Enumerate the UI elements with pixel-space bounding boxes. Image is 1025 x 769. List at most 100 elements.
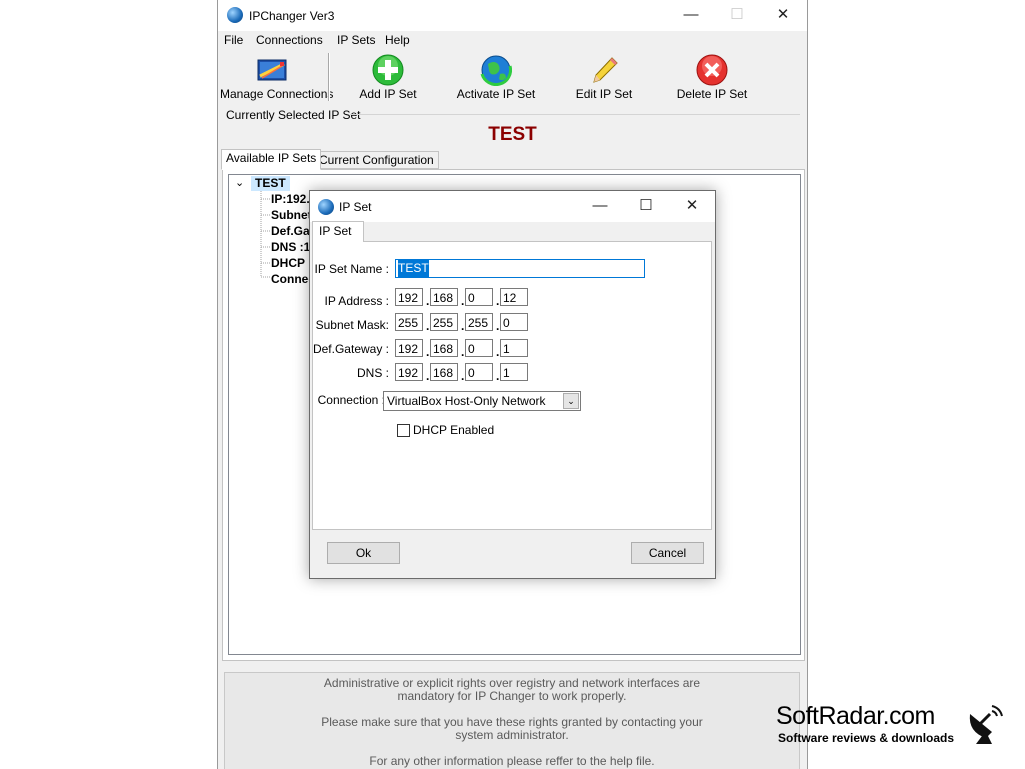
ip-dot: . [496,369,500,383]
tab-available-ip-sets[interactable]: Available IP Sets [221,149,322,170]
add-ip-set-button[interactable]: Add IP Set [352,51,424,103]
dns-label: DNS : [356,366,389,380]
connection-selected-value: VirtualBox Host-Only Network [387,394,546,408]
ip-octet-2[interactable]: 168 [430,288,458,306]
dhcp-checkbox[interactable] [397,424,410,437]
delete-ip-set-label: Delete IP Set [676,87,748,101]
ok-button[interactable]: Ok [327,542,400,564]
watermark-brand: SoftRadar.com [776,702,935,730]
ip-set-dialog: IP Set — ☐ ✕ IP Set IP Set Name : TEST I… [309,190,716,579]
gateway-octet-4[interactable]: 1 [500,339,528,357]
info-line: mandatory for IP Changer to work properl… [397,689,627,703]
dns-octet-3[interactable]: 0 [465,363,493,381]
mask-octet-1[interactable]: 255 [395,313,423,331]
manage-connections-button[interactable]: Manage Connections [220,51,334,103]
menu-bar: File Connections IP Sets Help [218,31,807,51]
dialog-close-button[interactable]: ✕ [669,191,715,222]
gateway-octet-2[interactable]: 168 [430,339,458,357]
toolbar-separator [328,53,330,101]
title-bar: IPChanger Ver3 — ☐ ✕ [218,0,807,31]
cancel-button[interactable]: Cancel [631,542,704,564]
dialog-tab-ip-set[interactable]: IP Set [312,221,364,242]
dialog-title: IP Set [339,200,372,214]
info-line: system administrator. [455,728,569,742]
close-button[interactable]: ✕ [760,0,806,31]
connection-label: Connection : [317,393,385,407]
tree-item-ip[interactable]: IP:192. [271,192,310,206]
dns-octet-1[interactable]: 192 [395,363,423,381]
gateway-octet-1[interactable]: 192 [395,339,423,357]
tree-item-subnet[interactable]: Subnet [271,208,312,222]
tab-current-configuration[interactable]: Current Configuration [314,151,439,169]
dialog-title-bar: IP Set — ☐ ✕ [310,191,715,222]
mask-octet-3[interactable]: 255 [465,313,493,331]
add-ip-set-label: Add IP Set [359,87,417,101]
dialog-panel: IP Set Name : TEST IP Address : 192 . 16… [312,241,712,530]
tree-root-item[interactable]: TEST [251,176,290,191]
dialog-globe-icon [318,199,334,215]
ip-dot: . [461,345,465,359]
dialog-minimize-button[interactable]: — [577,191,623,222]
current-ip-set-divider [350,114,800,115]
pencil-icon [593,57,618,83]
dhcp-label: DHCP Enabled [413,423,495,437]
chevron-down-icon[interactable]: ⌄ [563,393,579,409]
dns-octet-2[interactable]: 168 [430,363,458,381]
watermark-tagline: Software reviews & downloads [778,731,955,745]
ip-dot: . [496,319,500,333]
ip-dot: . [461,319,465,333]
ip-dot: . [426,319,430,333]
subnet-mask-label: Subnet Mask: [315,318,389,332]
info-line: Administrative or explicit rights over r… [323,676,701,690]
info-line: For any other information please reffer … [369,754,655,768]
delete-ip-set-button[interactable]: Delete IP Set [674,51,750,103]
ip-address-label: IP Address : [324,294,389,308]
manage-connections-label: Manage Connections [220,87,334,101]
info-line: Please make sure that you have these rig… [321,715,703,729]
ip-dot: . [426,294,430,308]
chevron-down-icon[interactable]: ⌄ [235,176,244,189]
ip-dot: . [496,345,500,359]
activate-globe-icon [480,55,512,86]
ip-dot: . [461,294,465,308]
menu-file[interactable]: File [224,33,243,47]
edit-ip-set-button[interactable]: Edit IP Set [568,51,640,103]
ip-dot: . [426,369,430,383]
ip-set-name-input[interactable]: TEST [395,259,645,278]
ip-set-name-label: IP Set Name : [314,262,389,276]
maximize-button[interactable]: ☐ [714,0,760,31]
app-globe-icon [227,7,243,23]
satellite-dish-icon [969,705,1003,744]
network-icon [257,59,287,81]
ip-octet-1[interactable]: 192 [395,288,423,306]
ip-dot: . [426,345,430,359]
ip-dot: . [461,369,465,383]
gateway-label: Def.Gateway : [312,342,389,356]
mask-octet-4[interactable]: 0 [500,313,528,331]
activate-ip-set-label: Activate IP Set [456,87,536,101]
menu-connections[interactable]: Connections [256,33,323,47]
mask-octet-2[interactable]: 255 [430,313,458,331]
dialog-maximize-button[interactable]: ☐ [623,191,669,222]
tree-item-gateway[interactable]: Def.Ga [271,224,310,238]
toolbar: Manage Connections Add IP Set Activate I… [218,51,807,105]
ip-octet-4[interactable]: 12 [500,288,528,306]
menu-ip-sets[interactable]: IP Sets [337,33,375,47]
activate-ip-set-button[interactable]: Activate IP Set [452,51,540,103]
current-ip-set-value: TEST [488,124,537,145]
ip-octet-3[interactable]: 0 [465,288,493,306]
minimize-button[interactable]: — [668,0,714,31]
add-icon [372,54,404,86]
edit-ip-set-label: Edit IP Set [575,87,633,101]
window-title: IPChanger Ver3 [249,9,335,23]
current-ip-set-label: Currently Selected IP Set [226,108,361,122]
ip-dot: . [496,294,500,308]
softradar-watermark: SoftRadar.com Software reviews & downloa… [776,702,1016,752]
tree-item-dns[interactable]: DNS :1 [271,240,310,254]
connection-select[interactable]: VirtualBox Host-Only Network ⌄ [383,391,581,411]
gateway-octet-3[interactable]: 0 [465,339,493,357]
dns-octet-4[interactable]: 1 [500,363,528,381]
delete-icon [696,54,728,86]
menu-help[interactable]: Help [385,33,410,47]
info-panel: Administrative or explicit rights over r… [224,672,800,769]
